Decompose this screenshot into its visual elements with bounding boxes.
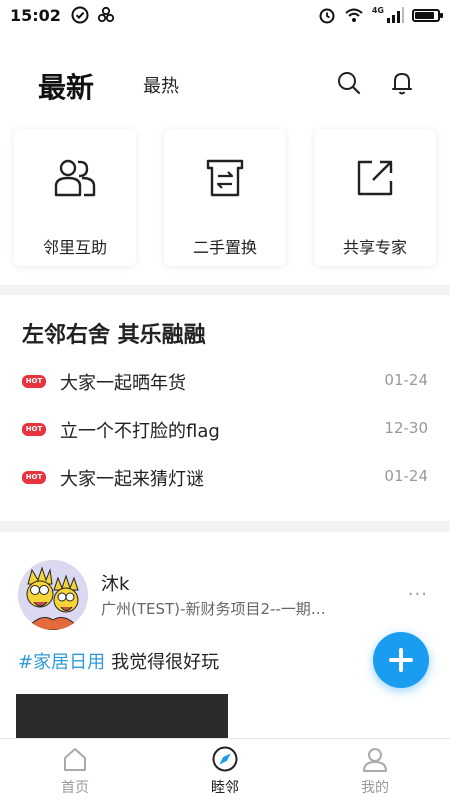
hot-topic-text: 大家一起来猜灯谜 — [60, 469, 204, 490]
top-nav: 最新 最热 — [0, 30, 450, 125]
hot-topics-section: 左邻右舍 其乐融融 HOT 大家一起晒年货 01-24 HOT 立一个不打脸的f… — [0, 295, 450, 521]
flower-icon — [97, 6, 115, 23]
hot-topic-text: 大家一起晒年货 — [60, 373, 186, 394]
hot-topic-text: 立一个不打脸的flag — [60, 421, 220, 442]
bell-icon[interactable] — [389, 70, 415, 96]
quick-action-second-hand[interactable]: 二手置换 — [164, 129, 286, 266]
wifi-icon — [345, 8, 363, 22]
compass-icon — [212, 746, 238, 772]
hot-badge: HOT — [22, 423, 46, 436]
post-tag[interactable]: #家居日用 — [18, 652, 105, 673]
exchange-icon — [206, 159, 244, 197]
bottom-nav-me[interactable]: 我的 — [300, 739, 450, 800]
hot-topic-item[interactable]: HOT 大家一起晒年货 01-24 — [0, 367, 450, 397]
status-bar: 15:02 4G — [0, 0, 450, 30]
quick-actions: 邻里互助 二手置换 共享专家 — [0, 125, 450, 285]
alarm-icon — [319, 8, 335, 24]
search-icon[interactable] — [336, 70, 362, 96]
quick-action-neighbor-help[interactable]: 邻里互助 — [14, 129, 136, 266]
tab-hot[interactable]: 最热 — [143, 72, 179, 98]
quick-action-label: 共享专家 — [342, 238, 407, 257]
share-icon — [357, 160, 393, 196]
person-icon — [363, 748, 387, 772]
hot-topic-item[interactable]: HOT 大家一起来猜灯谜 01-24 — [0, 463, 450, 493]
bottom-nav-neighbors[interactable]: 睦邻 — [150, 739, 300, 800]
network-type: 4G — [371, 5, 384, 15]
bottom-nav-label: 首页 — [61, 780, 89, 796]
avatar[interactable] — [18, 560, 88, 630]
post-author[interactable]: 沐k — [101, 570, 129, 596]
hot-badge: HOT — [22, 471, 46, 484]
hot-topics-title: 左邻右舍 其乐融融 — [22, 323, 206, 348]
hot-topic-date: 12-30 — [384, 419, 428, 437]
hot-badge: HOT — [22, 375, 46, 388]
hot-topic-date: 01-24 — [384, 467, 428, 485]
post-image[interactable] — [16, 694, 228, 738]
post-text: 我觉得很好玩 — [111, 652, 220, 673]
post-content: #家居日用 我觉得很好玩 — [18, 648, 219, 674]
quick-action-label: 邻里互助 — [42, 238, 107, 257]
home-icon — [64, 748, 86, 771]
bottom-nav-label: 我的 — [361, 780, 389, 796]
hot-topic-date: 01-24 — [384, 371, 428, 389]
more-options-icon[interactable]: ··· — [408, 584, 428, 605]
avatar-illustration — [18, 560, 88, 630]
tab-latest[interactable]: 最新 — [38, 66, 94, 106]
quick-action-shared-expert[interactable]: 共享专家 — [314, 129, 436, 266]
signal-icon — [387, 7, 404, 23]
people-icon — [54, 159, 96, 197]
bottom-nav-label: 睦邻 — [211, 780, 239, 796]
create-post-button[interactable] — [373, 632, 429, 688]
status-time: 15:02 — [10, 5, 61, 25]
bottom-nav-home[interactable]: 首页 — [0, 739, 150, 800]
hot-topic-item[interactable]: HOT 立一个不打脸的flag 12-30 — [0, 415, 450, 445]
post-location: 广州(TEST)-新财务项目2--一期… — [101, 600, 326, 618]
feed-post[interactable]: 沐k 广州(TEST)-新财务项目2--一期… ··· #家居日用 我觉得很好玩 — [0, 532, 450, 738]
quick-action-label: 二手置换 — [192, 238, 257, 257]
bottom-nav: 首页 睦邻 我的 — [0, 738, 450, 800]
battery-icon — [412, 8, 443, 22]
check-circle-icon — [71, 6, 89, 24]
